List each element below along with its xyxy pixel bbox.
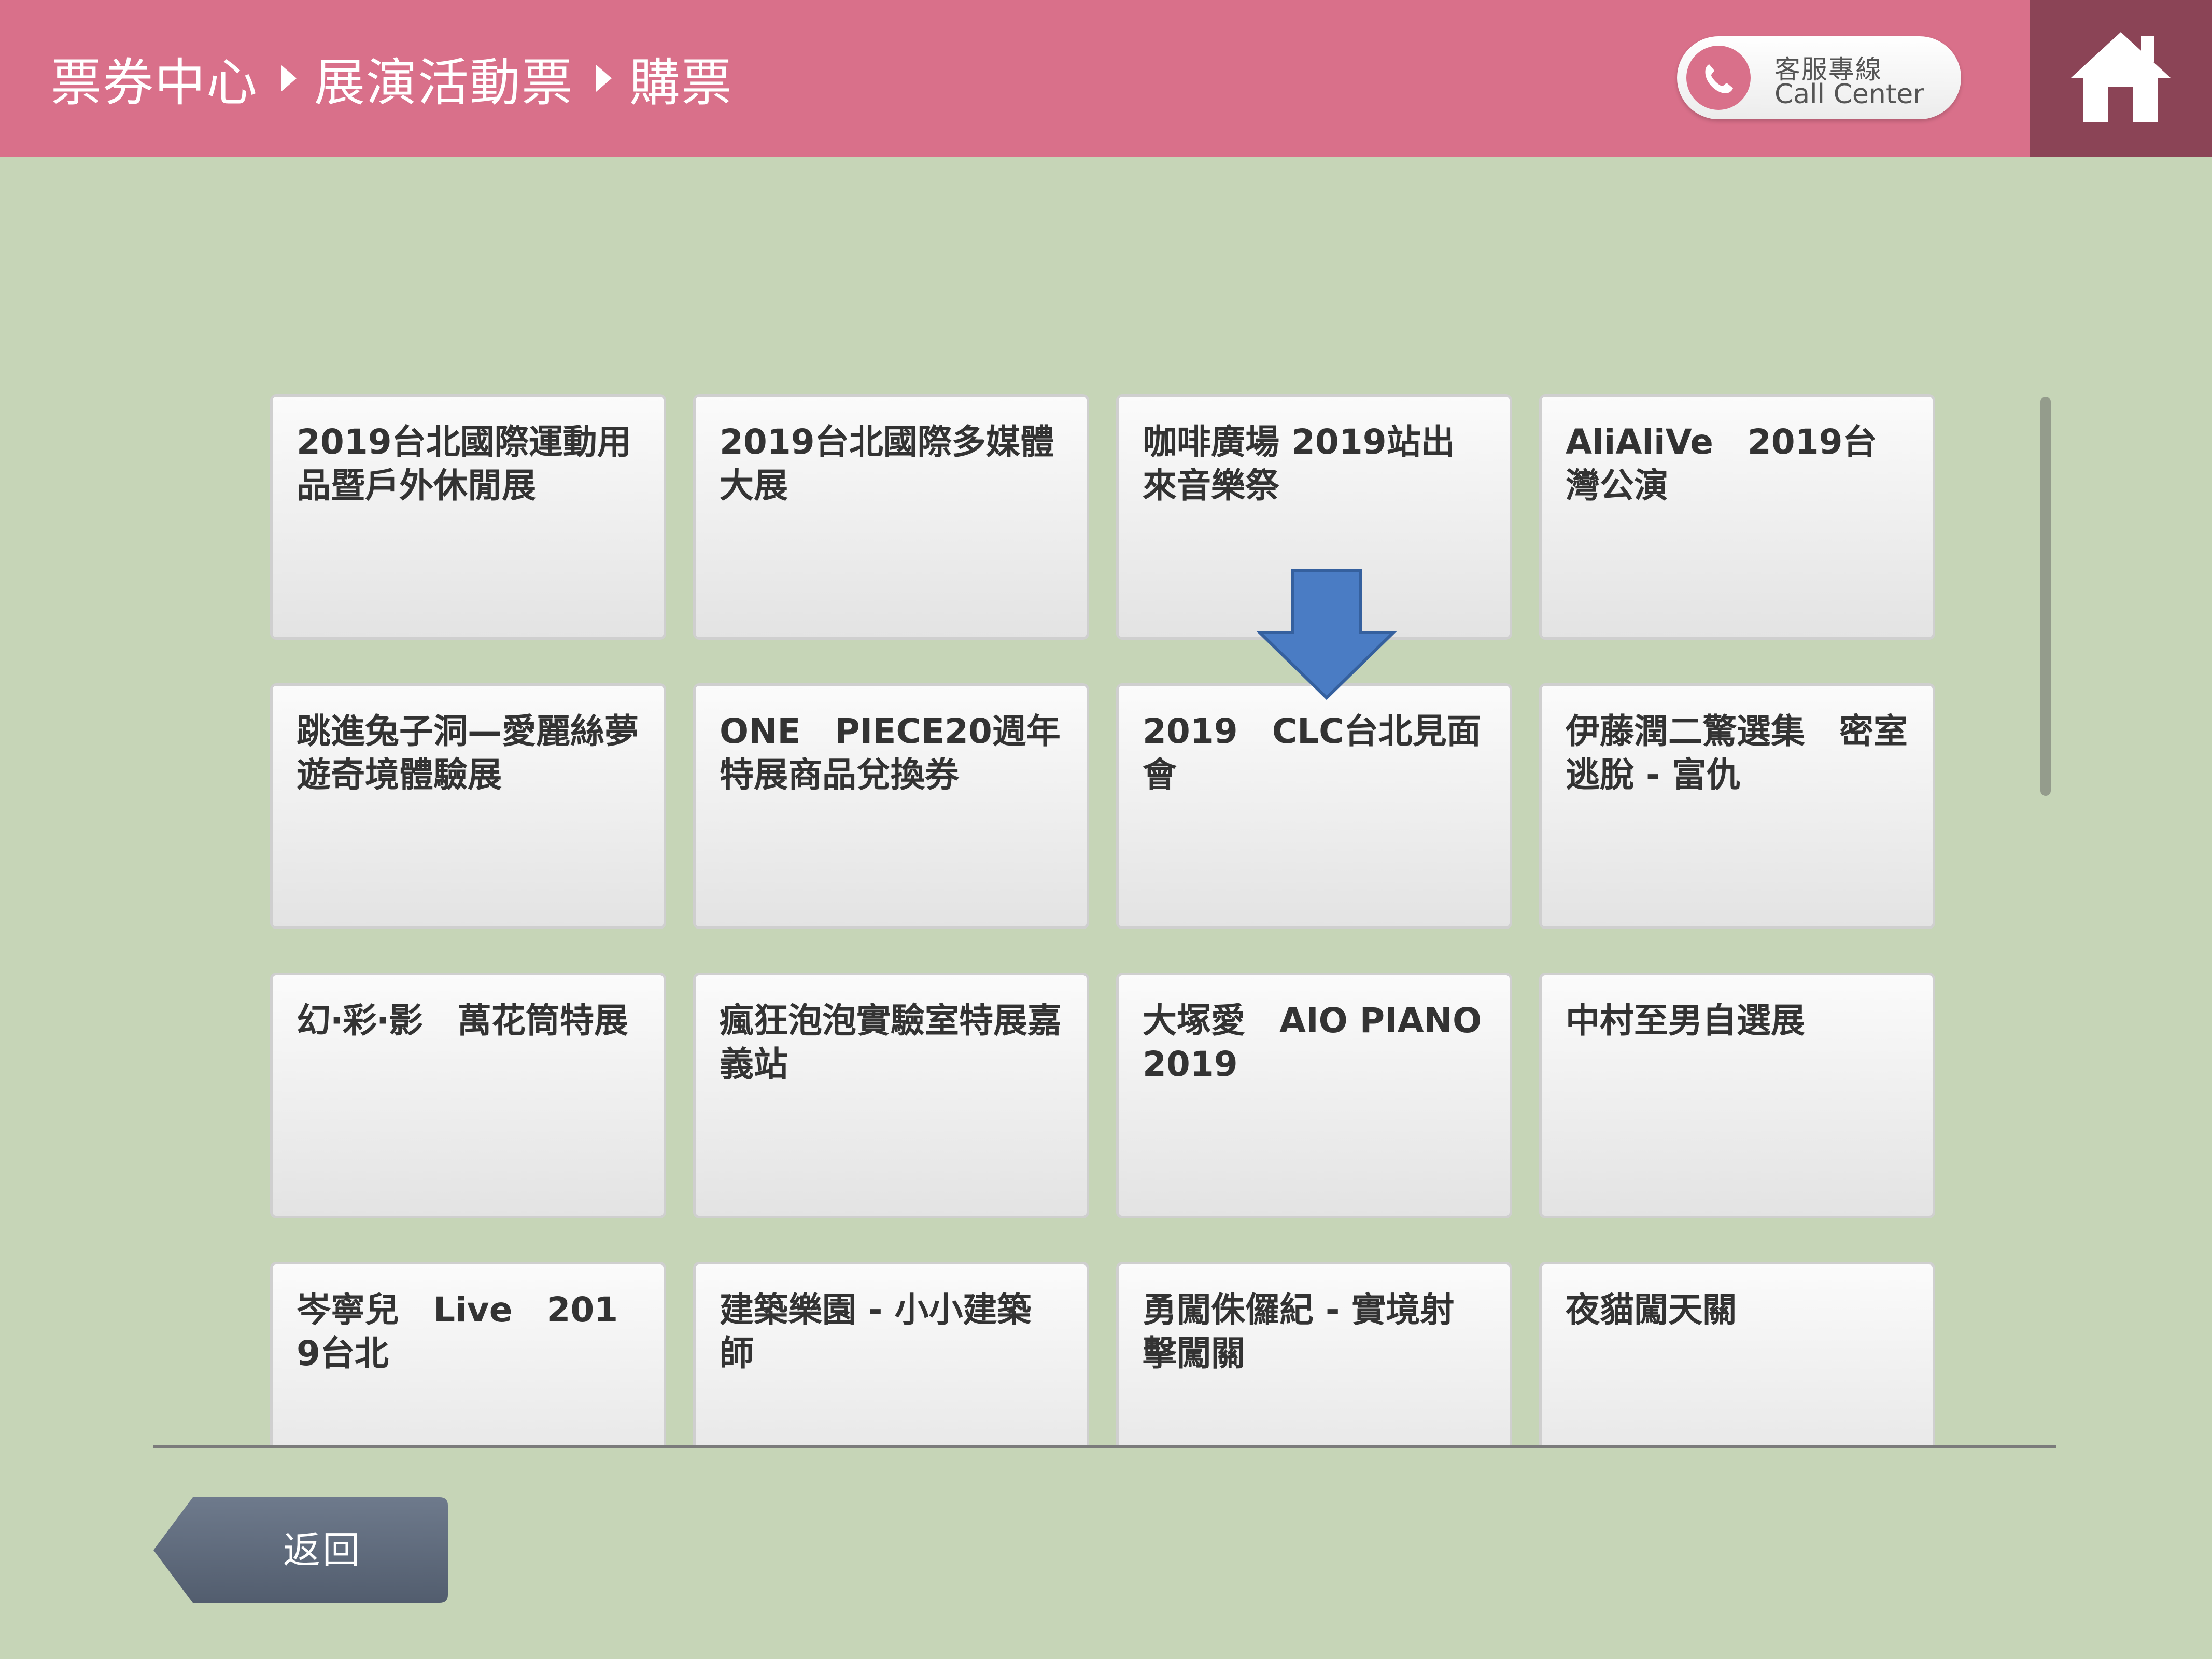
back-button-label: 返回 bbox=[283, 1528, 362, 1572]
event-card[interactable]: ONE PIECE20週年特展商品兌換券 bbox=[693, 683, 1089, 929]
event-card[interactable]: 2019 CLC台北見面會 bbox=[1116, 683, 1512, 929]
event-card[interactable]: 2019台北國際多媒體大展 bbox=[693, 394, 1089, 640]
event-card[interactable]: 伊藤潤二驚選集 密室逃脫 - 富仇 bbox=[1539, 683, 1935, 929]
event-card[interactable]: 2019台北國際運動用品暨戶外休閒展 bbox=[270, 394, 666, 640]
event-card[interactable]: 大塚愛 AIO PIANO 2019 bbox=[1116, 973, 1512, 1218]
event-card[interactable]: 瘋狂泡泡實驗室特展嘉義站 bbox=[693, 973, 1089, 1218]
event-card[interactable]: AliAliVe 2019台灣公演 bbox=[1539, 394, 1935, 640]
event-grid: 2019台北國際運動用品暨戶外休閒展 2019台北國際多媒體大展 咖啡廣場 20… bbox=[0, 0, 2212, 1446]
down-arrow-icon bbox=[1257, 569, 1397, 700]
event-card[interactable]: 夜貓闖天關 bbox=[1539, 1262, 1935, 1446]
event-card[interactable]: 幻‧彩‧影 萬花筒特展 bbox=[270, 973, 666, 1218]
event-card[interactable]: 岑寧兒 Live 2019台北 bbox=[270, 1262, 666, 1446]
event-card[interactable]: 中村至男自選展 bbox=[1539, 973, 1935, 1218]
event-card[interactable]: 建築樂園 - 小小建築師 bbox=[693, 1262, 1089, 1446]
event-card[interactable]: 跳進兔子洞—愛麗絲夢遊奇境體驗展 bbox=[270, 683, 666, 929]
divider bbox=[153, 1445, 2056, 1448]
back-button[interactable]: 返回 bbox=[153, 1497, 448, 1603]
scrollbar-thumb[interactable] bbox=[2040, 397, 2051, 796]
event-card[interactable]: 勇闖侏儸紀 - 實境射擊闖關 bbox=[1116, 1262, 1512, 1446]
